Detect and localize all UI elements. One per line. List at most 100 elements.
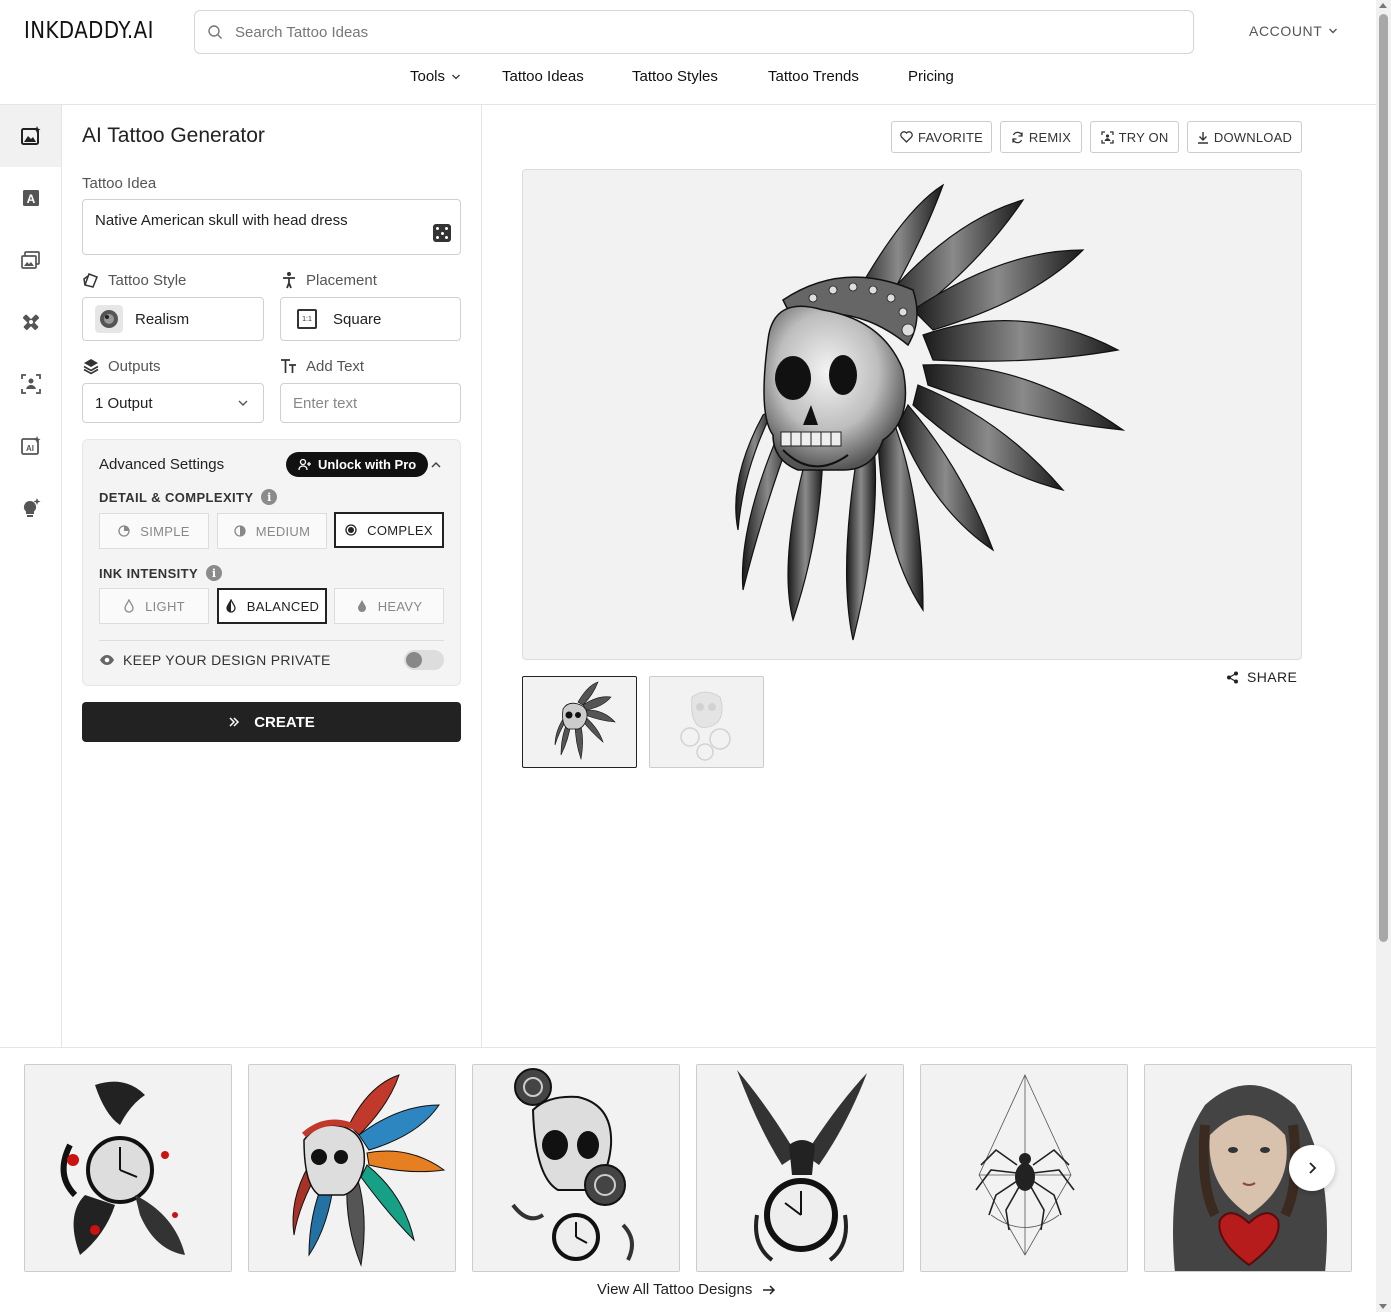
download-label: DOWNLOAD: [1213, 129, 1293, 145]
ink-option-heavy-label: HEAVY: [377, 598, 423, 614]
aspect-square-icon: 1:1: [297, 309, 317, 329]
unlock-pro-label: Unlock with Pro: [318, 457, 417, 472]
chevron-down-icon: [1329, 28, 1338, 34]
rail-item-gallery[interactable]: [0, 229, 61, 291]
detail-complexity-text: DETAIL & COMPLEXITY: [99, 489, 254, 505]
gallery-card[interactable]: [696, 1064, 904, 1272]
view-all-label: View All Tattoo Designs: [597, 1281, 753, 1298]
generator-form: AI Tattoo Generator Tattoo Idea Native A…: [62, 105, 482, 1047]
share-button[interactable]: SHARE: [1226, 669, 1297, 685]
ink-option-light[interactable]: LIGHT: [99, 588, 209, 624]
tattoo-style-label: Tattoo Style: [82, 271, 186, 289]
detail-option-simple[interactable]: SIMPLE: [99, 513, 209, 549]
nav-pricing[interactable]: Pricing: [908, 68, 954, 85]
layers-icon: [83, 359, 99, 375]
svg-text:AI: AI: [26, 444, 34, 453]
try-on-button[interactable]: TRY ON: [1090, 121, 1179, 153]
rail-item-ai-image[interactable]: AI: [0, 415, 61, 477]
pie-half-icon: [234, 525, 246, 537]
nav-tools-label: Tools: [410, 68, 446, 85]
skull-headdress-illustration: [735, 183, 1126, 641]
scrollbar-thumb[interactable]: [1379, 14, 1388, 942]
gallery-next-button[interactable]: [1289, 1145, 1335, 1191]
thumbnail-2[interactable]: [649, 676, 764, 768]
user-plus-icon: [298, 458, 311, 470]
gallery-card[interactable]: [472, 1064, 680, 1272]
rail-item-try-on[interactable]: [0, 353, 61, 415]
favorite-button[interactable]: FAVORITE: [891, 121, 992, 153]
detail-option-complex[interactable]: COMPLEX: [334, 512, 444, 548]
nav-tools[interactable]: Tools: [410, 68, 461, 85]
account-menu[interactable]: ACCOUNT: [1249, 23, 1338, 39]
image-generator-icon: [20, 126, 40, 145]
download-button[interactable]: DOWNLOAD: [1187, 121, 1302, 153]
drop-half-icon: [226, 599, 236, 613]
advanced-settings-panel: Advanced Settings Unlock with Pro DETAIL…: [82, 439, 461, 686]
detail-option-medium[interactable]: MEDIUM: [217, 513, 327, 549]
pie-quarter-icon: [118, 525, 130, 537]
ink-option-balanced[interactable]: BALANCED: [217, 588, 327, 624]
gallery-card[interactable]: [24, 1064, 232, 1272]
create-button[interactable]: CREATE: [82, 702, 461, 742]
remix-button[interactable]: REMIX: [1000, 121, 1082, 153]
placement-label-text: Placement: [306, 271, 377, 289]
drop-filled-icon: [357, 600, 366, 612]
realism-style-thumbnail-icon: [95, 305, 123, 333]
nav-tattoo-styles[interactable]: Tattoo Styles: [632, 68, 718, 85]
detail-complexity-label: DETAIL & COMPLEXITY i: [99, 489, 278, 505]
text-letter-icon: A: [22, 190, 39, 206]
generated-tattoo-preview[interactable]: [522, 169, 1302, 660]
text-size-icon: [281, 359, 296, 373]
share-label: SHARE: [1247, 669, 1298, 685]
color-skull-headdress-tattoo: [292, 1074, 446, 1267]
info-icon[interactable]: i: [206, 565, 223, 581]
idea-bulb-icon: [23, 498, 40, 517]
gallery-card[interactable]: [920, 1064, 1128, 1272]
style-cards-icon: [83, 273, 98, 288]
gallery-card[interactable]: [248, 1064, 456, 1272]
detail-option-complex-label: COMPLEX: [367, 522, 433, 538]
page-scrollbar[interactable]: [1376, 0, 1391, 1312]
ink-option-balanced-label: BALANCED: [246, 598, 320, 614]
info-icon[interactable]: i: [261, 489, 278, 505]
unlock-pro-button[interactable]: Unlock with Pro: [286, 452, 429, 477]
nav-tattoo-trends[interactable]: Tattoo Trends: [768, 68, 859, 85]
create-button-label: CREATE: [254, 713, 315, 731]
tattoo-idea-textarea[interactable]: Native American skull with head dress: [82, 199, 461, 255]
scroll-down-arrow[interactable]: [1379, 1304, 1387, 1309]
view-all-designs-link[interactable]: View All Tattoo Designs: [597, 1281, 776, 1298]
outputs-select[interactable]: 1 Output: [82, 383, 264, 423]
add-text-input[interactable]: [280, 383, 461, 423]
gallery-icon: [20, 251, 40, 269]
private-design-toggle[interactable]: [404, 650, 444, 670]
favorite-label: FAVORITE: [918, 129, 983, 145]
collapse-chevron-up-icon[interactable]: [429, 458, 443, 472]
ink-option-heavy[interactable]: HEAVY: [334, 588, 444, 624]
rail-item-image-generator[interactable]: [0, 105, 61, 167]
placement-select[interactable]: 1:1 Square: [280, 297, 461, 341]
download-icon: [1197, 131, 1208, 144]
site-header: INKDADDY.AI ACCOUNT Tools Tattoo Ideas T…: [0, 0, 1376, 105]
geometric-spider-tattoo: [975, 1074, 1075, 1256]
rail-item-tattoo-tool[interactable]: [0, 291, 61, 353]
outputs-label: Outputs: [82, 357, 161, 375]
scroll-up-arrow[interactable]: [1379, 3, 1387, 8]
tattoo-style-value: Realism: [135, 310, 190, 328]
site-logo[interactable]: INKDADDY.AI: [24, 18, 154, 44]
drop-outline-icon: [124, 599, 134, 613]
tattoo-style-select[interactable]: Realism: [82, 297, 264, 341]
outputs-value: 1 Output: [95, 394, 153, 412]
placement-value: Square: [333, 310, 382, 328]
nav-tattoo-ideas[interactable]: Tattoo Ideas: [502, 68, 584, 85]
divider: [99, 640, 444, 641]
refresh-icon: [1012, 131, 1023, 143]
search-input[interactable]: [235, 23, 1135, 41]
thumbnail-1[interactable]: [522, 676, 637, 768]
rail-item-ideas[interactable]: [0, 477, 61, 539]
rail-item-text[interactable]: A: [0, 167, 61, 229]
random-dice-icon[interactable]: [433, 224, 451, 242]
search-bar[interactable]: [194, 10, 1194, 54]
arrow-right-icon: [763, 1284, 776, 1295]
divider: [0, 1047, 1376, 1048]
private-design-text: KEEP YOUR DESIGN PRIVATE: [123, 652, 331, 668]
